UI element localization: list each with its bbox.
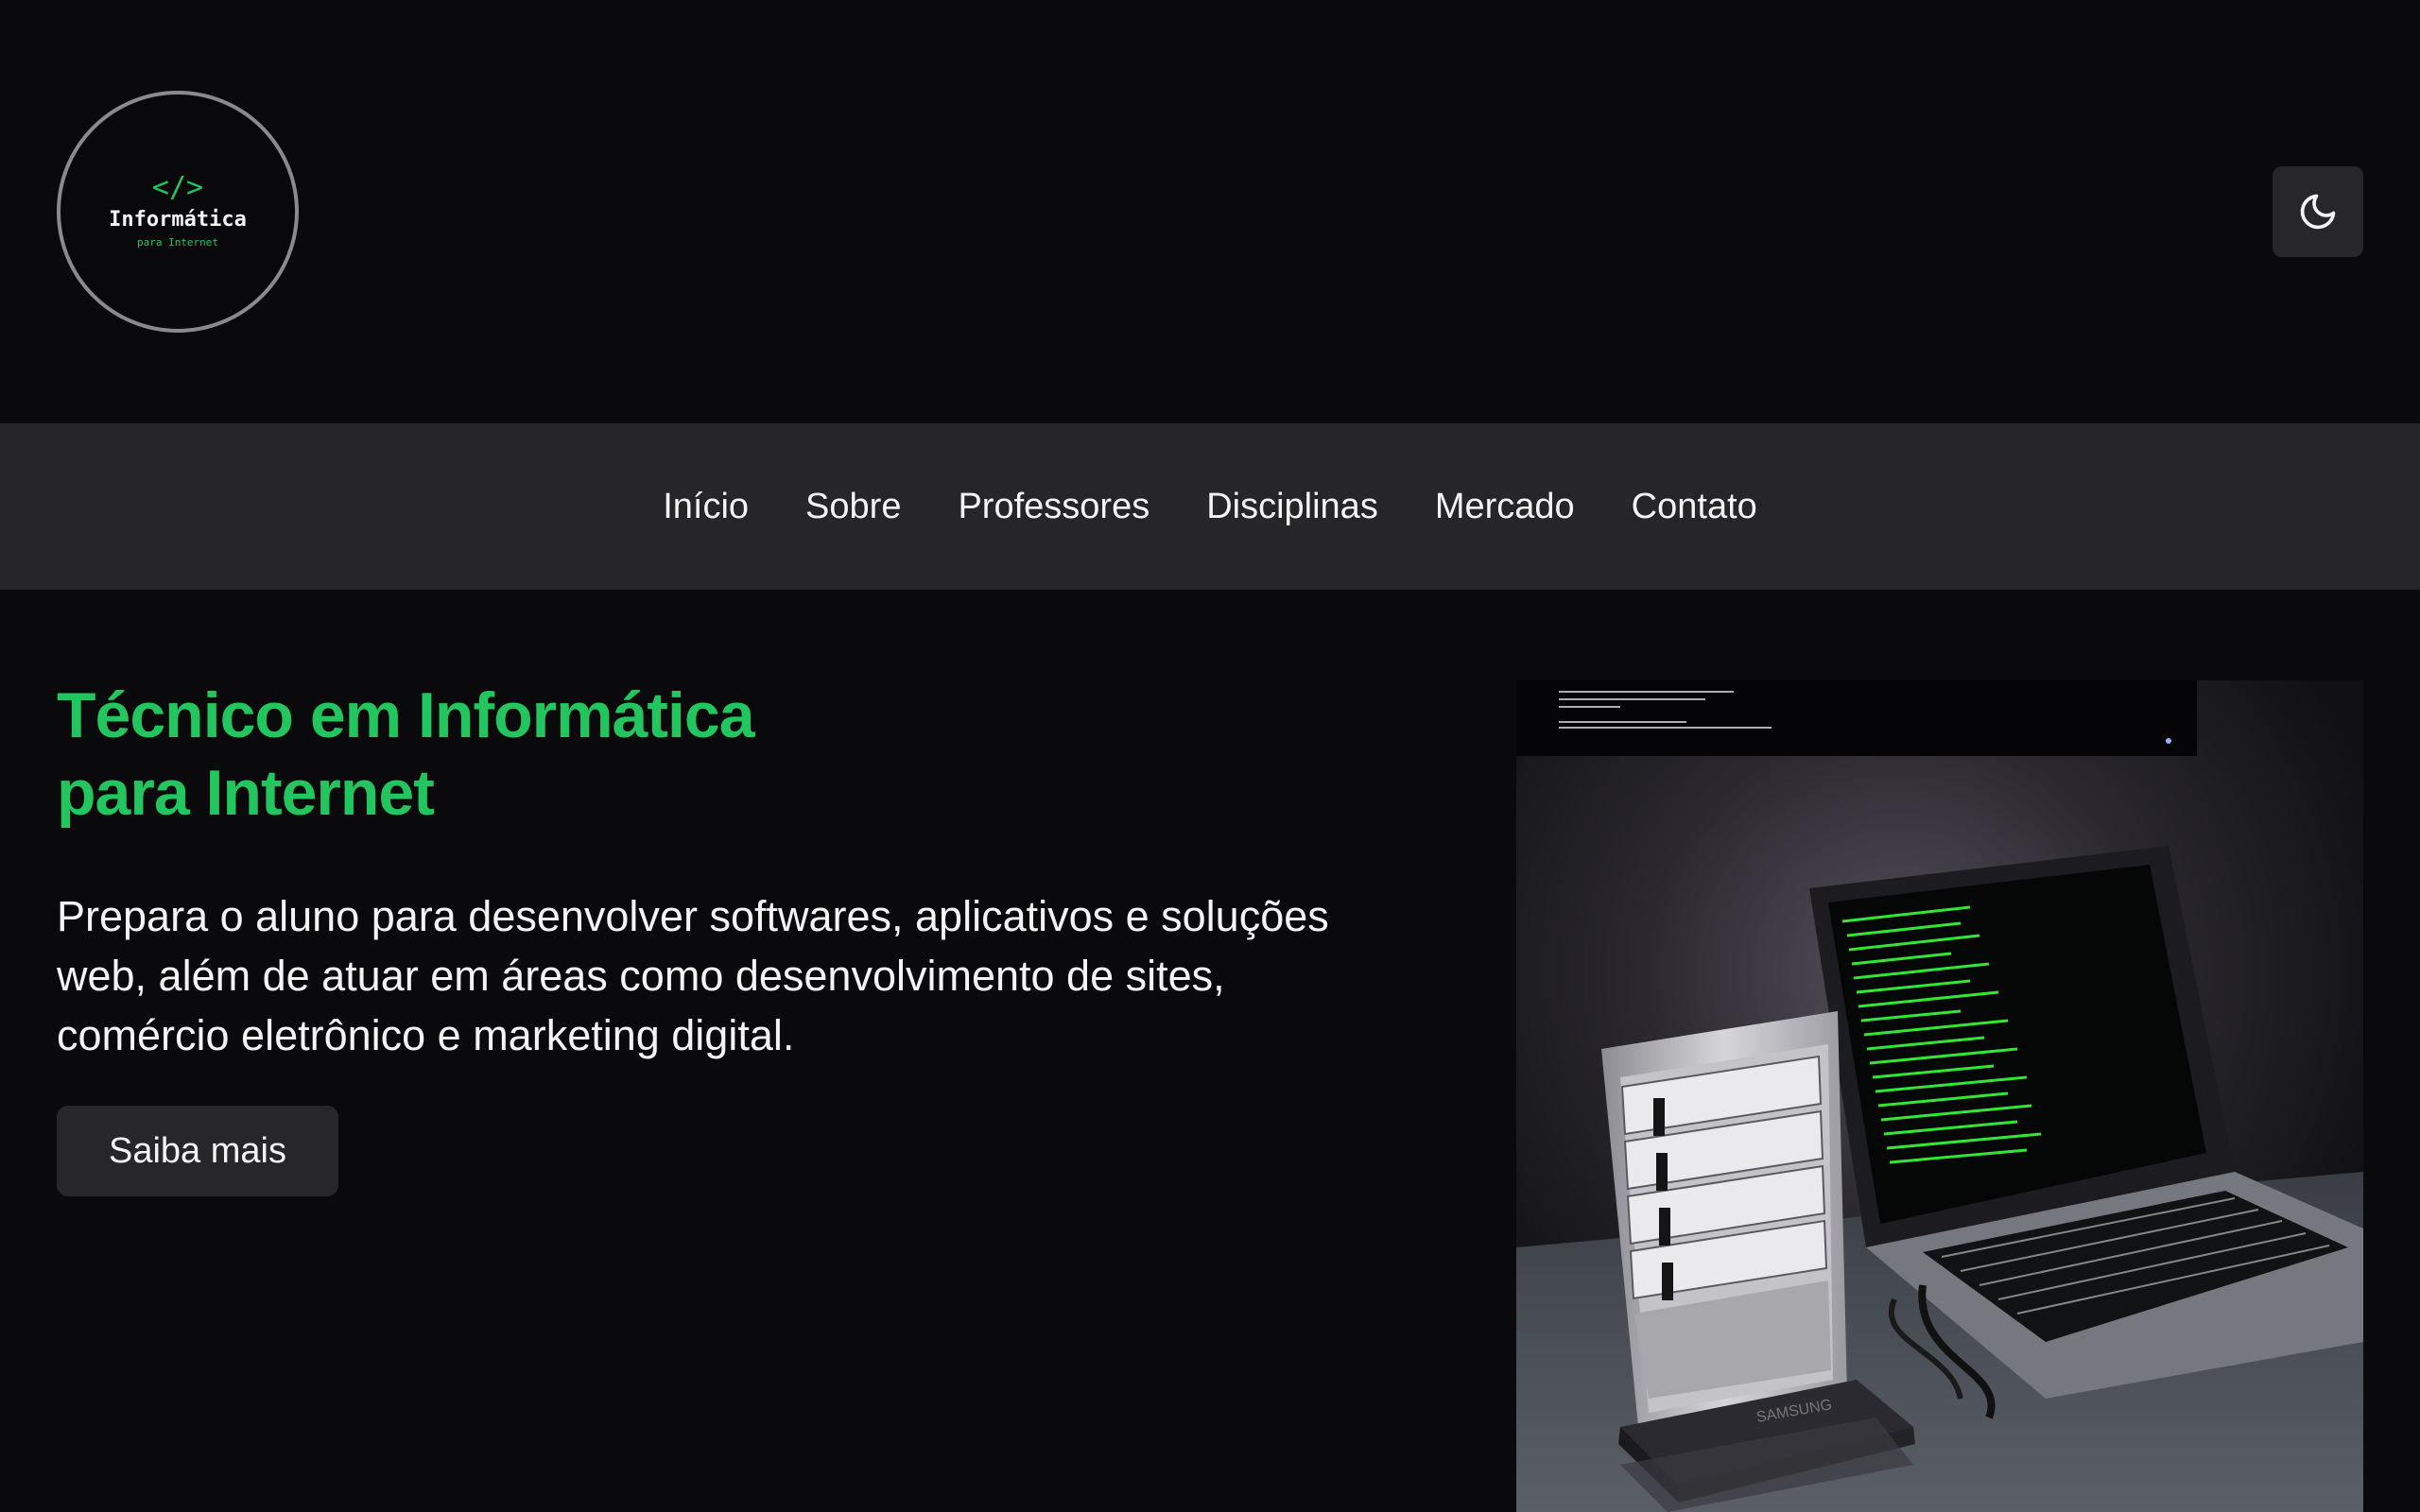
nav-link-professores[interactable]: Professores	[958, 483, 1150, 530]
nav-link-contato[interactable]: Contato	[1632, 483, 1757, 530]
page: </> Informática para Internet Início Sob…	[0, 0, 2420, 1512]
nav-link-sobre[interactable]: Sobre	[805, 483, 901, 530]
moon-icon	[2300, 194, 2336, 230]
code-icon: </>	[151, 171, 204, 204]
saiba-mais-button[interactable]: Saiba mais	[57, 1106, 338, 1196]
site-header: </> Informática para Internet	[0, 0, 2420, 423]
hero-title-line-1: Técnico em Informática	[57, 679, 755, 751]
logo[interactable]: </> Informática para Internet	[57, 91, 299, 333]
computer-hardware-illustration: SAMSUNG	[1516, 680, 2363, 1512]
nav-link-disciplinas[interactable]: Disciplinas	[1206, 483, 1378, 530]
logo-title: Informática	[109, 208, 247, 232]
theme-toggle-button[interactable]	[2273, 166, 2363, 257]
nav-link-inicio[interactable]: Início	[663, 483, 749, 530]
hero-title-line-2: para Internet	[57, 757, 435, 829]
hero-title: Técnico em Informática para Internet	[57, 677, 1191, 832]
hero-image: SAMSUNG	[1516, 680, 2363, 1512]
logo-subtitle: para Internet	[136, 236, 219, 249]
hero-description: Prepara o aluno para desenvolver softwar…	[57, 892, 1329, 1059]
nav-link-mercado[interactable]: Mercado	[1435, 483, 1575, 530]
main-nav: Início Sobre Professores Disciplinas Mer…	[0, 423, 2420, 590]
